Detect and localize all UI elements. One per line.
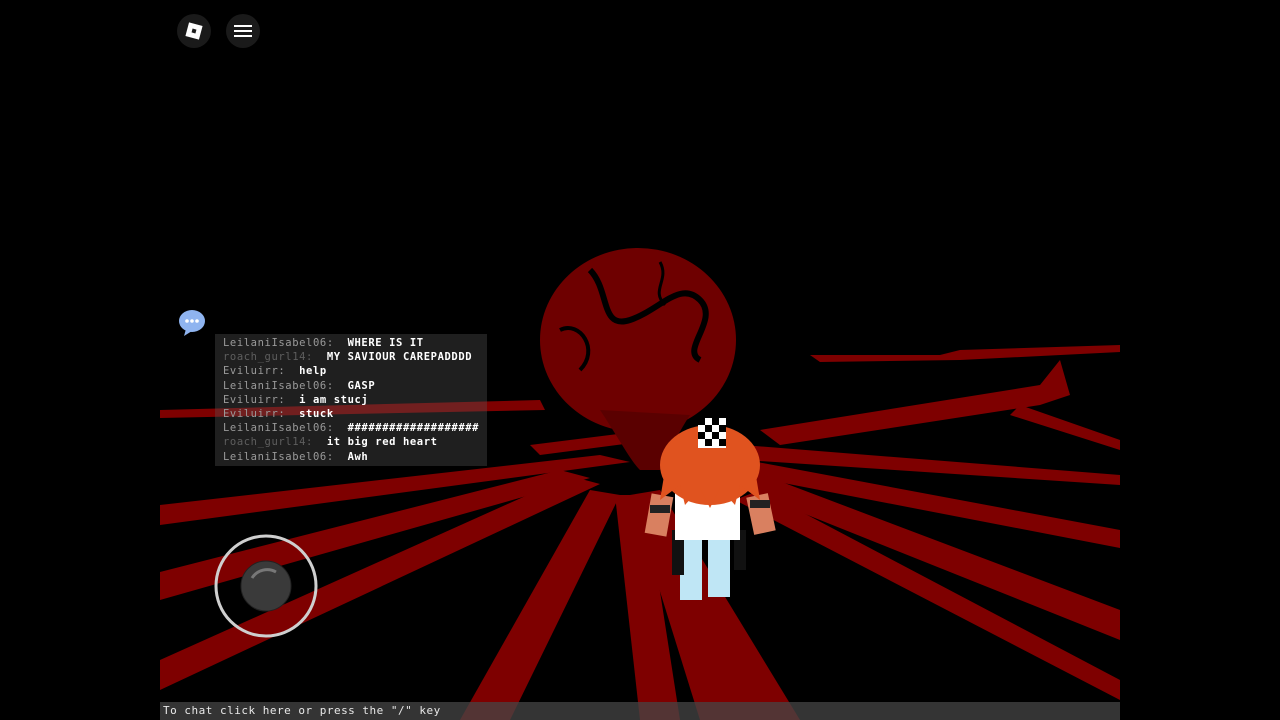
chat-message-text: WHERE IS IT <box>347 337 424 349</box>
chat-message-author: roach_gurl14: <box>223 351 313 364</box>
chat-message: LeilaniIsabel06: ################### <box>215 421 487 435</box>
thumbstick-icon[interactable] <box>214 534 318 638</box>
chat-message-text: ################### <box>347 422 480 435</box>
chat-message: roach_gurl14: it big red heart <box>215 435 487 449</box>
chat-message: Eviluirr: stuck <box>215 407 487 421</box>
chat-message-text: stuck <box>299 407 334 420</box>
chat-message-text: GASP <box>347 379 376 392</box>
chat-message-author: Eviluirr: <box>223 365 286 378</box>
chat-message-author: LeilaniIsabel06: <box>223 379 334 392</box>
chat-message-author: LeilaniIsabel06: <box>223 422 334 435</box>
chat-message-author: LeilaniIsabel06: <box>223 450 334 463</box>
chat-message: Eviluirr: i am stucj <box>215 393 487 407</box>
chat-message: roach_gurl14: MY SAVIOUR CAREPADDDD <box>215 350 487 364</box>
chat-input-bar[interactable]: To chat click here or press the "/" key <box>160 702 1120 720</box>
chat-message-text: Awh <box>347 450 369 463</box>
roblox-menu-button[interactable] <box>177 14 211 48</box>
chat-message: LeilaniIsabel06: GASP <box>215 379 487 393</box>
hamburger-menu-icon <box>234 25 252 37</box>
chat-message-author: Eviluirr: <box>223 393 286 406</box>
chat-message-author: LeilaniIsabel06: <box>223 337 334 349</box>
chat-message-text: i am stucj <box>299 393 369 406</box>
chat-message-text: help <box>299 365 327 378</box>
chat-message: LeilaniIsabel06: Awh <box>215 450 487 464</box>
chat-bubble-icon[interactable] <box>177 308 207 336</box>
game-viewport[interactable]: LeilaniIsabel06: WHERE IS IT roach_gurl14… <box>160 0 1120 720</box>
chat-message-author: Eviluirr: <box>223 407 286 420</box>
chat-message-text: MY SAVIOUR CAREPADDDD <box>326 351 473 364</box>
chat-message: Eviluirr: help <box>215 364 487 378</box>
chat-message-text: it big red heart <box>326 436 438 449</box>
roblox-logo-icon <box>185 22 203 40</box>
chat-window: LeilaniIsabel06: WHERE IS IT roach_gurl14… <box>215 334 488 466</box>
chat-message-author: roach_gurl14: <box>223 436 313 449</box>
chat-message: LeilaniIsabel06: WHERE IS IT <box>215 336 487 350</box>
hamburger-menu-button[interactable] <box>226 14 260 48</box>
